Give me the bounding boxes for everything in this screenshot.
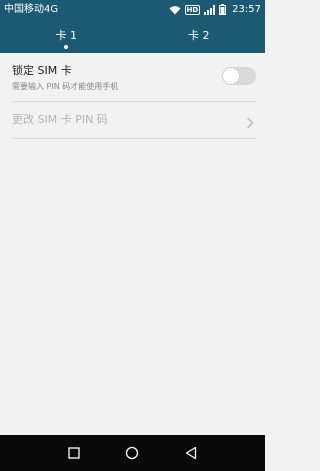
change-pin-row[interactable]: 更改 SIM 卡 PIN 码 bbox=[0, 102, 265, 138]
hd-icon: HD bbox=[184, 4, 201, 15]
change-pin-label: 更改 SIM 卡 PIN 码 bbox=[12, 113, 108, 126]
home-icon[interactable] bbox=[120, 435, 144, 471]
tab-selected-indicator bbox=[64, 45, 69, 49]
chevron-right-icon bbox=[246, 114, 254, 133]
signal-icon bbox=[204, 4, 216, 15]
battery-icon bbox=[219, 4, 227, 15]
lock-sim-subtitle: 需要输入 PIN 码才能使用手机 bbox=[12, 82, 119, 91]
divider bbox=[12, 138, 256, 139]
status-icons: HD 23:57 bbox=[169, 2, 261, 17]
toggle-knob bbox=[223, 68, 239, 84]
navigation-bar bbox=[0, 435, 265, 471]
sim-tab-bar: 卡 1 卡 2 bbox=[0, 19, 265, 53]
carrier-label: 中国移动4G bbox=[4, 4, 59, 15]
tab-sim-1[interactable]: 卡 1 bbox=[0, 19, 133, 53]
status-bar: 中国移动4G HD 23:57 bbox=[0, 0, 265, 19]
clock: 23:57 bbox=[232, 4, 261, 15]
back-icon[interactable] bbox=[180, 435, 202, 471]
settings-list: 锁定 SIM 卡 需要输入 PIN 码才能使用手机 更改 SIM 卡 PIN 码 bbox=[0, 53, 265, 435]
recents-icon[interactable] bbox=[62, 435, 86, 471]
lock-sim-toggle[interactable] bbox=[222, 67, 256, 85]
lock-sim-title: 锁定 SIM 卡 bbox=[12, 64, 72, 77]
tab-sim-2[interactable]: 卡 2 bbox=[133, 19, 266, 53]
tab-label: 卡 1 bbox=[55, 29, 78, 42]
lock-sim-row[interactable]: 锁定 SIM 卡 需要输入 PIN 码才能使用手机 bbox=[0, 53, 265, 101]
tab-label: 卡 2 bbox=[188, 29, 210, 42]
wifi-icon bbox=[169, 5, 181, 15]
